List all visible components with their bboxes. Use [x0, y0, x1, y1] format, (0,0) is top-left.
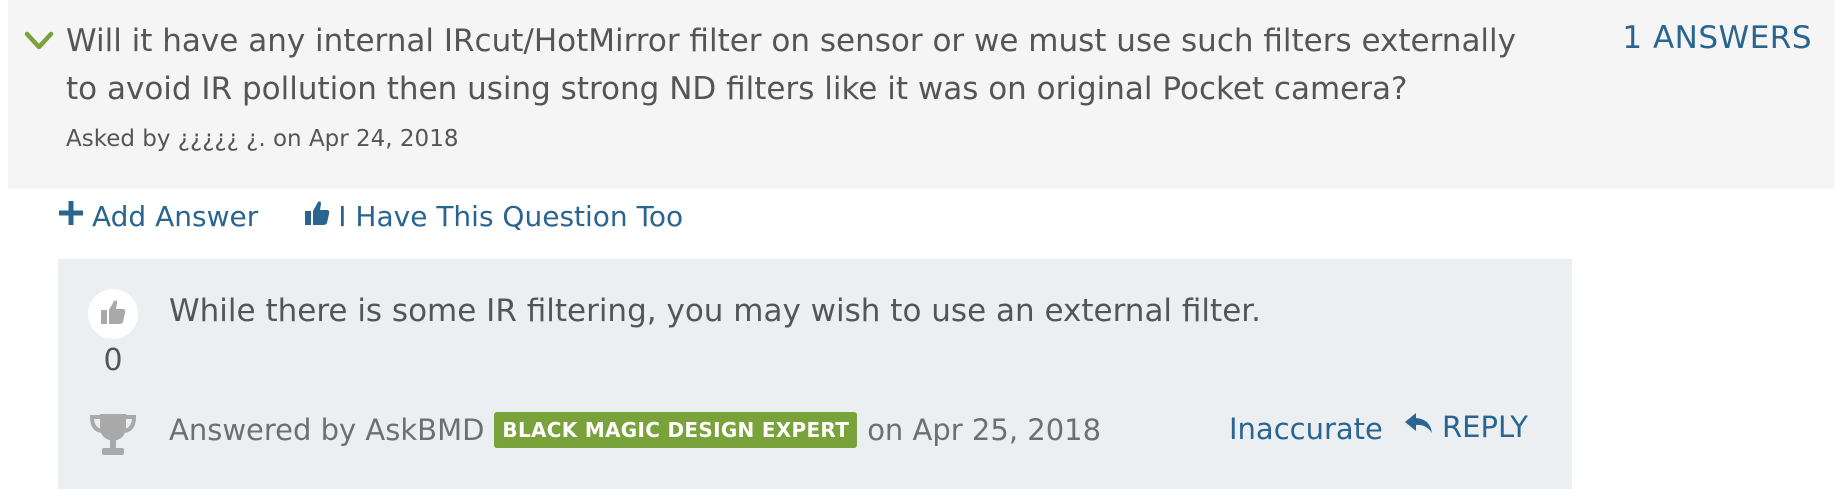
answer-box: 0 While there is some IR filtering, you …	[58, 259, 1572, 489]
reply-label: REPLY	[1442, 410, 1528, 444]
question-text: Will it have any internal IRcut/HotMirro…	[66, 23, 1517, 107]
thumbs-up-icon	[304, 199, 338, 234]
answered-date: on Apr 25, 2018	[867, 413, 1102, 447]
thumbs-up-icon	[100, 298, 126, 330]
question-box: Will it have any internal IRcut/HotMirro…	[8, 0, 1834, 189]
answered-by-text: Answered by AskBMD	[169, 413, 485, 447]
asked-by-meta: Asked by ¿¿¿¿¿ ¿. on Apr 24, 2018	[66, 126, 459, 152]
have-question-too-label: I Have This Question Too	[338, 199, 684, 233]
reply-icon	[1404, 410, 1442, 444]
inaccurate-link[interactable]: Inaccurate	[1229, 412, 1383, 446]
answers-count-link[interactable]: 1 ANSWERS	[1622, 20, 1812, 56]
upvote-button[interactable]	[88, 289, 138, 339]
answered-by-meta: Answered by AskBMD BLACK MAGIC DESIGN EX…	[169, 412, 1101, 448]
expert-badge: BLACK MAGIC DESIGN EXPERT	[494, 412, 858, 448]
add-answer-button[interactable]: Add Answer	[58, 200, 258, 233]
reply-button[interactable]: REPLY	[1404, 410, 1528, 444]
chevron-down-icon[interactable]	[24, 30, 54, 52]
trophy-icon	[88, 411, 138, 461]
plus-icon	[58, 200, 92, 233]
vote-count: 0	[103, 343, 123, 378]
answer-text: While there is some IR filtering, you ma…	[169, 293, 1262, 329]
add-answer-label: Add Answer	[92, 199, 259, 233]
have-question-too-button[interactable]: I Have This Question Too	[304, 199, 683, 234]
question-actions: Add Answer I Have This Question Too	[58, 194, 683, 238]
